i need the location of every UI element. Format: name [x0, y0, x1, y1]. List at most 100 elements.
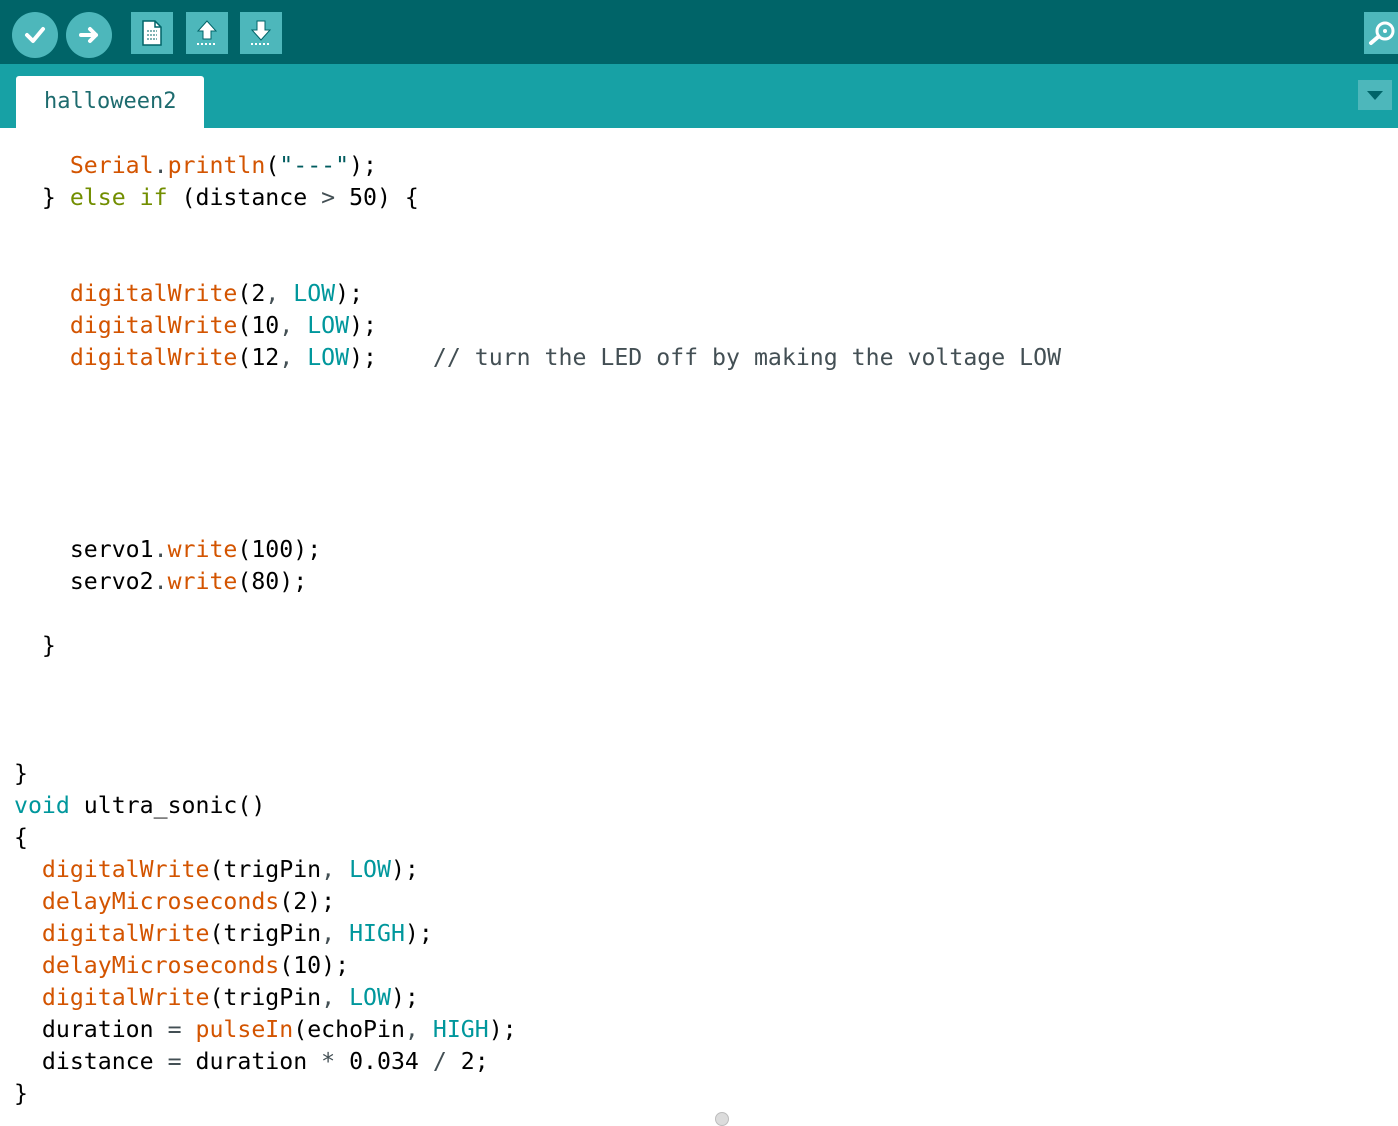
code-token-plain: (distance — [167, 184, 322, 211]
code-token-plain: servo2 — [14, 568, 154, 595]
code-token-plain: (12 — [237, 344, 280, 371]
tab-halloween2[interactable]: halloween2 — [16, 76, 204, 128]
serial-monitor-button[interactable] — [1364, 12, 1398, 54]
code-token-plain: ); — [390, 856, 419, 883]
code-token-fn: println — [167, 152, 266, 179]
tab-bar: halloween2 — [0, 64, 1398, 128]
save-button[interactable] — [240, 12, 282, 54]
code-token-const: LOW — [349, 856, 391, 883]
code-token-op: . — [153, 568, 168, 595]
code-token-fn: write — [167, 536, 238, 563]
tab-menu-button[interactable] — [1358, 80, 1392, 110]
code-line: servo2.write(80); — [14, 566, 1061, 598]
code-token-plain: 2; — [446, 1048, 489, 1075]
code-token-const: HIGH — [432, 1016, 489, 1043]
code-token-plain: servo1 — [14, 536, 154, 563]
arrow-up-icon — [196, 20, 218, 45]
code-token-op: , — [321, 856, 336, 883]
code-line: digitalWrite(2, LOW); — [14, 278, 1061, 310]
code-token-op: , — [279, 312, 294, 339]
code-token-const: LOW — [307, 344, 350, 371]
arrow-down-icon — [250, 20, 272, 45]
upload-button[interactable] — [66, 12, 112, 58]
code-token-plain: ); — [488, 1016, 517, 1043]
code-token-plain: (2); — [279, 888, 336, 915]
code-token-op: . — [153, 536, 168, 563]
verify-button[interactable] — [12, 12, 58, 58]
code-token-plain: ); — [335, 280, 364, 307]
code-token-op: , — [321, 920, 336, 947]
code-token-const: LOW — [307, 312, 350, 339]
code-token-const: LOW — [293, 280, 336, 307]
new-button[interactable] — [131, 12, 173, 54]
code-line: distance = duration * 0.034 / 2; — [14, 1046, 1061, 1078]
code-token-plain: (trigPin — [209, 856, 322, 883]
code-token-op: , — [321, 984, 336, 1011]
code-token-plain: duration — [14, 1016, 168, 1043]
code-line: digitalWrite(10, LOW); — [14, 310, 1061, 342]
code-token-plain: (trigPin — [209, 920, 322, 947]
code-line: } — [14, 758, 1061, 790]
code-line: digitalWrite(trigPin, HIGH); — [14, 918, 1061, 950]
code-token-plain: ); — [404, 920, 433, 947]
tab-label: halloween2 — [44, 89, 177, 114]
code-line: digitalWrite(trigPin, LOW); — [14, 982, 1061, 1014]
open-button[interactable] — [186, 12, 228, 54]
code-token-fn: delayMicroseconds — [41, 952, 280, 979]
code-line: } else if (distance > 50) { — [14, 182, 1061, 214]
code-token-str: "---" — [279, 152, 350, 179]
code-editor[interactable]: Serial.println("---"); } else if (distan… — [0, 128, 1398, 1120]
code-line: duration = pulseIn(echoPin, HIGH); — [14, 1014, 1061, 1046]
code-token-fn: digitalWrite — [41, 984, 210, 1011]
code-token-const: LOW — [349, 984, 391, 1011]
code-token-op: / — [432, 1048, 447, 1075]
code-line: delayMicroseconds(2); — [14, 886, 1061, 918]
code-token-plain: ( — [265, 152, 280, 179]
code-token-op: , — [265, 280, 280, 307]
code-token-plain: (2 — [237, 280, 266, 307]
document-icon — [142, 20, 162, 46]
code-token-kw: if — [139, 184, 168, 211]
code-token-plain: (80); — [237, 568, 308, 595]
code-token-plain: ); — [349, 344, 433, 371]
code-token-fn: pulseIn — [195, 1016, 294, 1043]
code-lines: Serial.println("---"); } else if (distan… — [14, 150, 1061, 1110]
code-token-op: * — [321, 1048, 336, 1075]
code-token-plain: } — [14, 184, 70, 211]
code-token-plain: ); — [349, 152, 378, 179]
code-token-op: = — [167, 1048, 182, 1075]
code-token-const: HIGH — [349, 920, 405, 947]
horizontal-scrollbar-knob[interactable] — [715, 1112, 729, 1126]
code-token-fn: digitalWrite — [41, 856, 210, 883]
code-token-plain: } — [14, 760, 28, 787]
code-token-fn: digitalWrite — [69, 280, 238, 307]
code-token-type: void — [14, 792, 70, 819]
code-line: servo1.write(100); — [14, 534, 1061, 566]
checkmark-icon — [25, 27, 45, 43]
code-token-fn: Serial — [69, 152, 154, 179]
code-token-op: . — [153, 152, 168, 179]
code-token-fn: write — [167, 568, 238, 595]
magnifier-icon — [1369, 21, 1395, 45]
code-token-op: , — [279, 344, 294, 371]
